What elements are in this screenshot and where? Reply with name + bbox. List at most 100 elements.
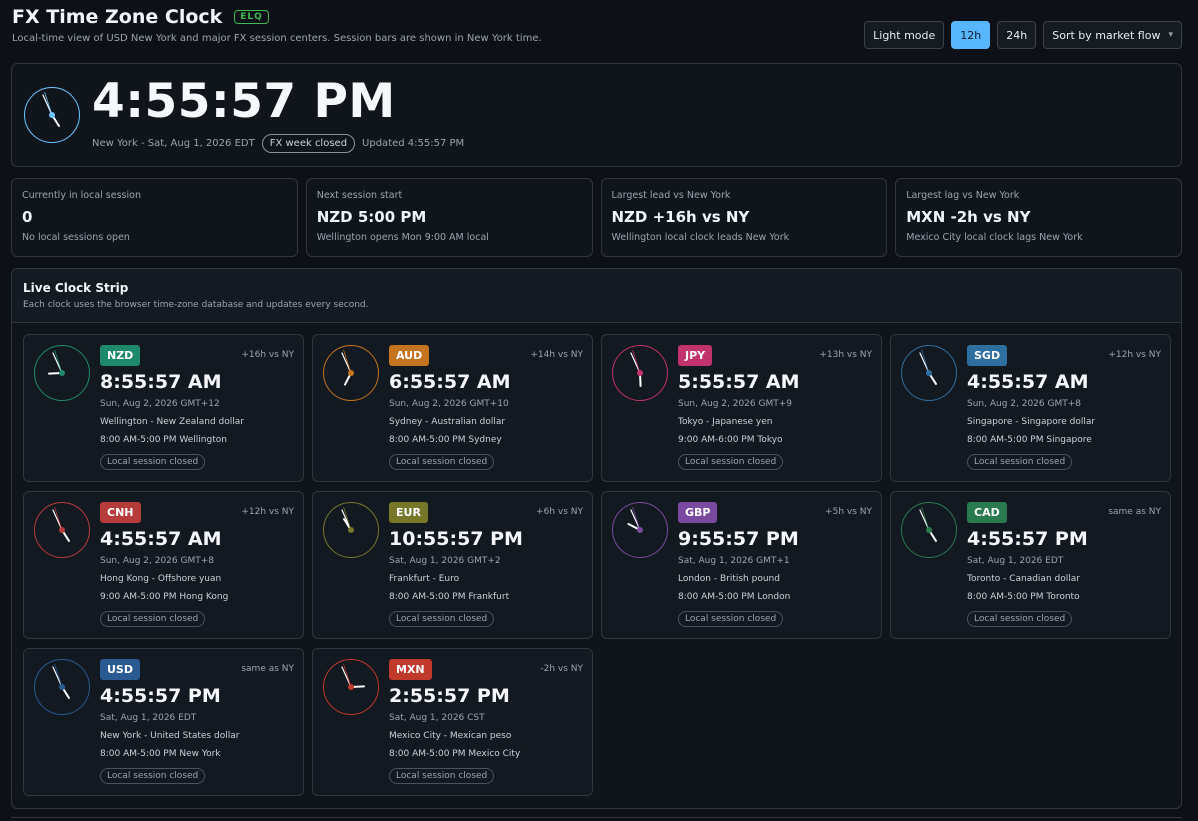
stat-value: NZD +16h vs NY — [611, 208, 750, 226]
analog-clock — [612, 502, 668, 558]
session-hours: 8:00 AM-5:00 PM New York — [100, 749, 221, 759]
clock-card-sgd: SGD +12h vs NY 4:55:57 AM Sun, Aug 2, 20… — [890, 334, 1171, 482]
stat-largest-lag: Largest lag vs New York MXN -2h vs NY Me… — [895, 178, 1182, 257]
currency-badge: MXN — [389, 659, 432, 680]
hero-clock-center — [49, 112, 55, 118]
city-currency: Mexico City - Mexican peso — [389, 731, 512, 741]
session-status-pill: Local session closed — [967, 454, 1073, 470]
analog-clock — [34, 502, 90, 558]
currency-badge: CAD — [967, 502, 1007, 523]
hero-second-hand — [44, 92, 53, 116]
clock-card-usd: USD same as NY 4:55:57 PM Sat, Aug 1, 20… — [23, 648, 304, 796]
offset-vs-ny: +13h vs NY — [819, 350, 872, 360]
live-clock-strip: Live Clock Strip Each clock uses the bro… — [11, 268, 1182, 809]
strip-subtitle: Each clock uses the browser time-zone da… — [23, 300, 369, 310]
clock-center — [348, 527, 354, 533]
analog-clock — [612, 345, 668, 401]
offset-vs-ny: -2h vs NY — [540, 664, 583, 674]
stat-value: NZD 5:00 PM — [316, 208, 427, 226]
local-date: Sat, Aug 1, 2026 EDT — [100, 713, 197, 723]
analog-clock — [34, 659, 90, 715]
clock-card-gbp: GBP +5h vs NY 9:55:57 PM Sat, Aug 1, 202… — [601, 491, 882, 639]
city-currency: Tokyo - Japanese yen — [678, 417, 773, 427]
session-hours: 8:00 AM-5:00 PM Toronto — [967, 592, 1080, 602]
analog-clock — [323, 659, 379, 715]
clock-card-grid: NZD +16h vs NY 8:55:57 AM Sun, Aug 2, 20… — [23, 334, 1171, 796]
format-24h-button[interactable]: 24h — [997, 21, 1037, 49]
clock-card-cad: CAD same as NY 4:55:57 PM Sat, Aug 1, 20… — [890, 491, 1171, 639]
stat-note: Mexico City local clock lags New York — [906, 232, 1083, 243]
sort-select[interactable]: Sort by market flow ▾ — [1043, 21, 1182, 49]
currency-badge: JPY — [678, 345, 713, 366]
analog-clock — [901, 502, 957, 558]
hero-location-date: New York - Sat, Aug 1, 2026 EDT — [92, 138, 255, 149]
app-badge: ELQ — [234, 10, 269, 24]
session-status-pill: Local session closed — [678, 454, 784, 470]
session-status-pill: Local session closed — [389, 611, 495, 627]
offset-vs-ny: same as NY — [1108, 507, 1161, 517]
currency-badge: NZD — [100, 345, 141, 366]
format-12h-button[interactable]: 12h — [951, 21, 991, 49]
chevron-down-icon: ▾ — [1168, 30, 1173, 40]
stat-largest-lead: Largest lead vs New York NZD +16h vs NY … — [600, 178, 888, 257]
city-currency: New York - United States dollar — [100, 731, 240, 741]
currency-badge: AUD — [389, 345, 430, 366]
session-status-pill: Local session closed — [100, 611, 206, 627]
toolbar: Light mode 12h 24h Sort by market flow ▾ — [864, 21, 1182, 49]
page-header: FX Time Zone Clock ELQ Local-time view o… — [12, 6, 1182, 56]
hero-meta: New York - Sat, Aug 1, 2026 EDT FX week … — [92, 134, 464, 153]
divider — [11, 817, 1182, 821]
hero-time: 4:55:57 PM — [92, 74, 396, 129]
analog-clock — [323, 345, 379, 401]
offset-vs-ny: +16h vs NY — [241, 350, 294, 360]
local-time: 4:55:57 AM — [100, 528, 222, 550]
session-hours: 8:00 AM-5:00 PM Mexico City — [389, 749, 521, 759]
hero-updated: Updated 4:55:57 PM — [362, 138, 465, 149]
city-currency: Wellington - New Zealand dollar — [100, 417, 244, 427]
clock-card-mxn: MXN -2h vs NY 2:55:57 PM Sat, Aug 1, 202… — [312, 648, 593, 796]
stat-value: MXN -2h vs NY — [906, 208, 1031, 226]
session-hours: 8:00 AM-5:00 PM London — [678, 592, 791, 602]
session-status-pill: Local session closed — [389, 768, 495, 784]
offset-vs-ny: +14h vs NY — [530, 350, 583, 360]
clock-center — [59, 527, 65, 533]
clock-card-nzd: NZD +16h vs NY 8:55:57 AM Sun, Aug 2, 20… — [23, 334, 304, 482]
hero-analog-clock — [24, 87, 80, 143]
light-mode-button[interactable]: Light mode — [864, 21, 945, 49]
stat-value: 0 — [22, 208, 33, 226]
local-time: 4:55:57 PM — [967, 528, 1088, 550]
clock-card-jpy: JPY +13h vs NY 5:55:57 AM Sun, Aug 2, 20… — [601, 334, 882, 482]
city-currency: Singapore - Singapore dollar — [967, 417, 1096, 427]
local-date: Sat, Aug 1, 2026 GMT+1 — [678, 556, 790, 566]
local-date: Sun, Aug 2, 2026 GMT+10 — [389, 399, 509, 409]
currency-badge: SGD — [967, 345, 1008, 366]
local-time: 2:55:57 PM — [389, 685, 510, 707]
stat-note: Wellington opens Mon 9:00 AM local — [316, 232, 489, 243]
offset-vs-ny: +5h vs NY — [825, 507, 872, 517]
clock-center — [926, 527, 932, 533]
clock-card-cnh: CNH +12h vs NY 4:55:57 AM Sun, Aug 2, 20… — [23, 491, 304, 639]
session-status-pill: Local session closed — [389, 454, 495, 470]
stat-note: No local sessions open — [22, 232, 130, 243]
local-date: Sun, Aug 2, 2026 GMT+9 — [678, 399, 792, 409]
analog-clock — [901, 345, 957, 401]
session-hours: 8:00 AM-5:00 PM Frankfurt — [389, 592, 510, 602]
currency-badge: EUR — [389, 502, 428, 523]
stat-label: Largest lead vs New York — [611, 190, 731, 201]
strip-header: Live Clock Strip Each clock uses the bro… — [12, 269, 1181, 323]
session-status-pill: Local session closed — [100, 454, 206, 470]
local-date: Sun, Aug 2, 2026 GMT+8 — [967, 399, 1081, 409]
second-hand — [921, 350, 930, 374]
local-time: 10:55:57 PM — [389, 528, 523, 550]
analog-clock — [34, 345, 90, 401]
hero-clock-panel: 4:55:57 PM New York - Sat, Aug 1, 2026 E… — [11, 63, 1182, 167]
offset-vs-ny: +12h vs NY — [241, 507, 294, 517]
offset-vs-ny: +12h vs NY — [1108, 350, 1161, 360]
local-date: Sat, Aug 1, 2026 EDT — [967, 556, 1064, 566]
offset-vs-ny: same as NY — [241, 664, 294, 674]
city-currency: London - British pound — [678, 574, 780, 584]
local-time: 6:55:57 AM — [389, 371, 511, 393]
clock-center — [926, 370, 932, 376]
session-status-pill: Local session closed — [967, 611, 1073, 627]
second-hand — [921, 507, 930, 531]
